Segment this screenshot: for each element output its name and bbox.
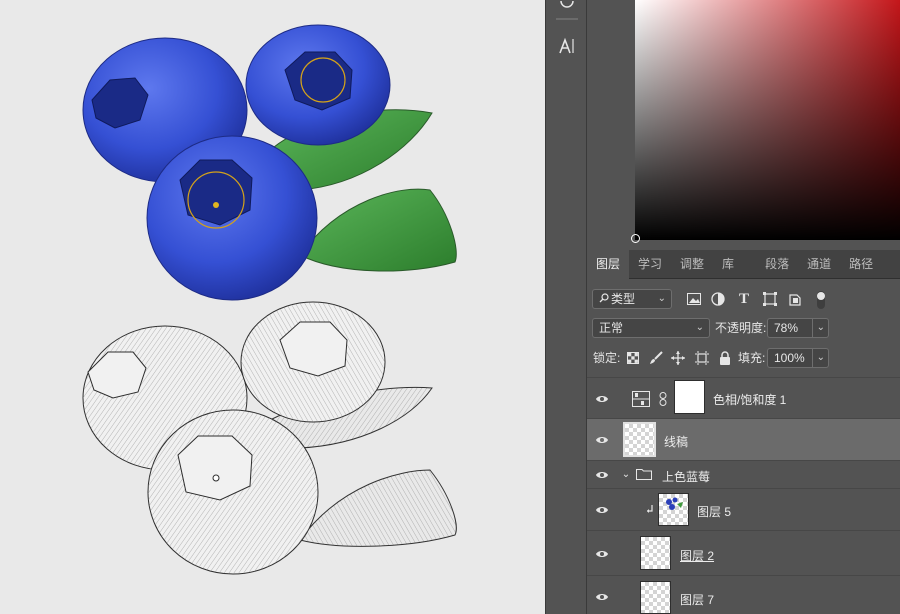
clipping-mask-icon	[645, 504, 655, 516]
character-panel-icon[interactable]	[546, 32, 588, 60]
layer-filter-row: 类型 ⌄ T	[587, 289, 900, 311]
eye-icon[interactable]	[595, 433, 609, 447]
colored-blueberries	[82, 24, 457, 301]
lock-transparent-icon[interactable]	[626, 351, 640, 365]
layer-name: 图层 2	[680, 549, 715, 563]
tab-paragraph[interactable]: 段落	[756, 250, 798, 279]
chevron-down-icon: ⌄	[811, 349, 825, 367]
document-canvas[interactable]	[0, 0, 545, 614]
hue-saturation-adjustment-icon	[631, 389, 651, 409]
filter-pixel-icon[interactable]	[686, 291, 702, 307]
tab-layers[interactable]: 图层	[587, 250, 630, 279]
chevron-down-icon: ⌄	[657, 293, 666, 304]
chevron-down-icon[interactable]: ⌄	[621, 467, 631, 481]
layer-name: 图层 5	[697, 505, 732, 519]
layer-name: 上色蓝莓	[662, 470, 711, 484]
blend-row: 正常 ⌄ 不透明度: 78% ⌄	[587, 318, 900, 340]
chevron-down-icon: ⌄	[811, 319, 825, 337]
layer-name: 色相/饱和度 1	[713, 393, 787, 407]
artwork	[82, 24, 457, 575]
folder-icon	[636, 467, 652, 481]
eye-icon[interactable]	[595, 547, 609, 561]
brush-settings-icon[interactable]	[546, 0, 588, 10]
layer-row-layer5[interactable]: 图层 5	[587, 489, 900, 531]
layer-row-group[interactable]: ⌄ 上色蓝莓	[587, 461, 900, 489]
mask-link-icon[interactable]	[658, 391, 668, 407]
layer-thumbnail[interactable]	[640, 536, 671, 570]
toolstrip-divider	[556, 18, 578, 20]
fill-value: 100%	[774, 351, 805, 365]
color-picker-panel	[587, 0, 900, 247]
tab-libraries[interactable]: 库	[713, 250, 756, 279]
lock-artboard-icon[interactable]	[695, 351, 709, 365]
layer-thumbnail[interactable]	[623, 422, 656, 457]
lock-all-icon[interactable]	[718, 350, 732, 365]
opacity-label: 不透明度:	[715, 321, 767, 335]
filter-kind-select[interactable]: 类型 ⌄	[592, 289, 672, 309]
opacity-value: 78%	[774, 321, 799, 335]
blend-mode-value: 正常	[599, 321, 624, 335]
tab-paths[interactable]: 路径	[840, 250, 882, 279]
layers-panel: 类型 ⌄ T 正常 ⌄ 不透明度: 78% ⌄ 锁定: 填充: 100% ⌄ 色…	[587, 279, 900, 614]
eye-icon[interactable]	[595, 392, 609, 406]
fill-input[interactable]: 100% ⌄	[767, 348, 829, 368]
layer-name: 线稿	[664, 435, 689, 449]
tool-strip	[545, 0, 587, 614]
filter-smart-object-icon[interactable]	[787, 291, 803, 307]
search-icon	[599, 290, 611, 308]
color-field[interactable]	[635, 0, 900, 240]
filter-shape-icon[interactable]	[762, 291, 778, 307]
blend-mode-select[interactable]: 正常 ⌄	[592, 318, 710, 338]
lineart-blueberries	[82, 301, 457, 575]
layer-thumbnail[interactable]	[658, 493, 689, 526]
layer-row-hue-saturation[interactable]: 色相/饱和度 1	[587, 377, 900, 419]
eye-icon[interactable]	[595, 468, 609, 482]
lock-row: 锁定: 填充: 100% ⌄	[587, 348, 900, 370]
layer-mask-thumbnail[interactable]	[674, 380, 705, 414]
filter-toggle-switch[interactable]	[815, 289, 827, 311]
layer-row-layer2[interactable]: 图层 2	[587, 531, 900, 576]
tab-channels[interactable]: 通道	[798, 250, 840, 279]
filter-adjustment-icon[interactable]	[710, 291, 726, 307]
layer-thumbnail[interactable]	[640, 581, 671, 614]
panel-tab-bar: 图层 学习 调整 库 段落 通道 路径	[587, 250, 900, 279]
filter-type-icon[interactable]: T	[736, 290, 752, 308]
layer-row-lineart[interactable]: 线稿	[587, 419, 900, 461]
layer-name: 图层 7	[680, 593, 715, 607]
lock-brush-icon[interactable]	[649, 351, 663, 365]
filter-kind-label: 类型	[611, 292, 636, 306]
fill-label: 填充:	[738, 351, 766, 365]
tab-learn[interactable]: 学习	[629, 250, 671, 279]
eye-icon[interactable]	[595, 590, 609, 604]
layer-row-layer7[interactable]: 图层 7	[587, 576, 900, 614]
opacity-input[interactable]: 78% ⌄	[767, 318, 829, 338]
lock-move-icon[interactable]	[671, 351, 685, 365]
chevron-down-icon: ⌄	[695, 322, 704, 333]
eye-icon[interactable]	[595, 503, 609, 517]
tab-adjustments[interactable]: 调整	[671, 250, 713, 279]
color-picker-marker[interactable]	[631, 234, 640, 243]
lock-label: 锁定:	[593, 351, 621, 365]
